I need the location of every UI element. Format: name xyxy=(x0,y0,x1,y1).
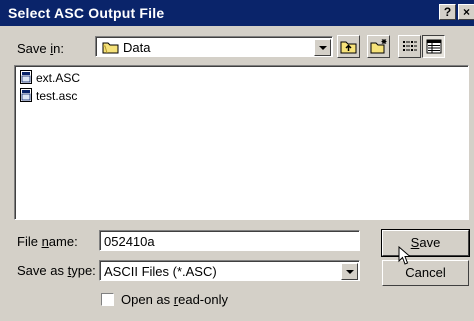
details-view-button[interactable] xyxy=(422,35,445,58)
list-item[interactable]: test.asc xyxy=(20,88,77,104)
save-type-label: Save as type: xyxy=(17,263,96,278)
chevron-down-icon xyxy=(319,46,327,50)
list-view-button[interactable] xyxy=(398,35,421,58)
save-in-label: Save in: xyxy=(17,41,64,56)
title-bar[interactable]: Select ASC Output File ? × xyxy=(0,0,474,26)
read-only-checkbox[interactable] xyxy=(101,293,114,306)
asc-file-icon xyxy=(20,88,32,106)
file-name: ext.ASC xyxy=(36,71,81,86)
save-in-value: Data xyxy=(123,40,151,55)
up-folder-icon xyxy=(340,38,358,58)
new-folder-icon xyxy=(370,38,388,58)
close-button[interactable]: × xyxy=(458,4,474,20)
list-item[interactable]: ext.ASC xyxy=(20,70,80,86)
details-view-icon xyxy=(426,39,442,57)
cancel-button[interactable]: Cancel xyxy=(382,260,469,286)
file-name-field[interactable]: 052410a xyxy=(99,230,360,251)
read-only-label[interactable]: Open as read-only xyxy=(121,292,228,307)
help-button[interactable]: ? xyxy=(439,4,456,20)
window-title: Select ASC Output File xyxy=(8,5,165,21)
file-name-label: File name: xyxy=(17,234,78,249)
save-in-combo[interactable]: Data xyxy=(95,36,333,57)
chevron-down-icon xyxy=(346,270,354,274)
up-one-level-button[interactable] xyxy=(337,35,360,58)
file-list[interactable]: ext.ASC test.asc xyxy=(14,65,469,220)
folder-icon xyxy=(102,40,120,58)
new-folder-button[interactable] xyxy=(367,35,390,58)
asc-file-icon xyxy=(20,70,32,88)
mouse-cursor-icon xyxy=(398,245,412,269)
save-type-select[interactable]: ASCII Files (*.ASC) xyxy=(99,260,360,281)
file-name: test.asc xyxy=(36,89,78,104)
file-name-value: 052410a xyxy=(104,234,155,249)
save-button[interactable]: Save xyxy=(381,229,470,257)
save-type-value: ASCII Files (*.ASC) xyxy=(104,264,217,279)
list-view-icon xyxy=(402,39,418,57)
save-in-dropdown-button[interactable] xyxy=(314,39,331,56)
save-dialog: Select ASC Output File ? × Save in: Data xyxy=(0,0,474,321)
save-type-dropdown-button[interactable] xyxy=(341,263,358,280)
